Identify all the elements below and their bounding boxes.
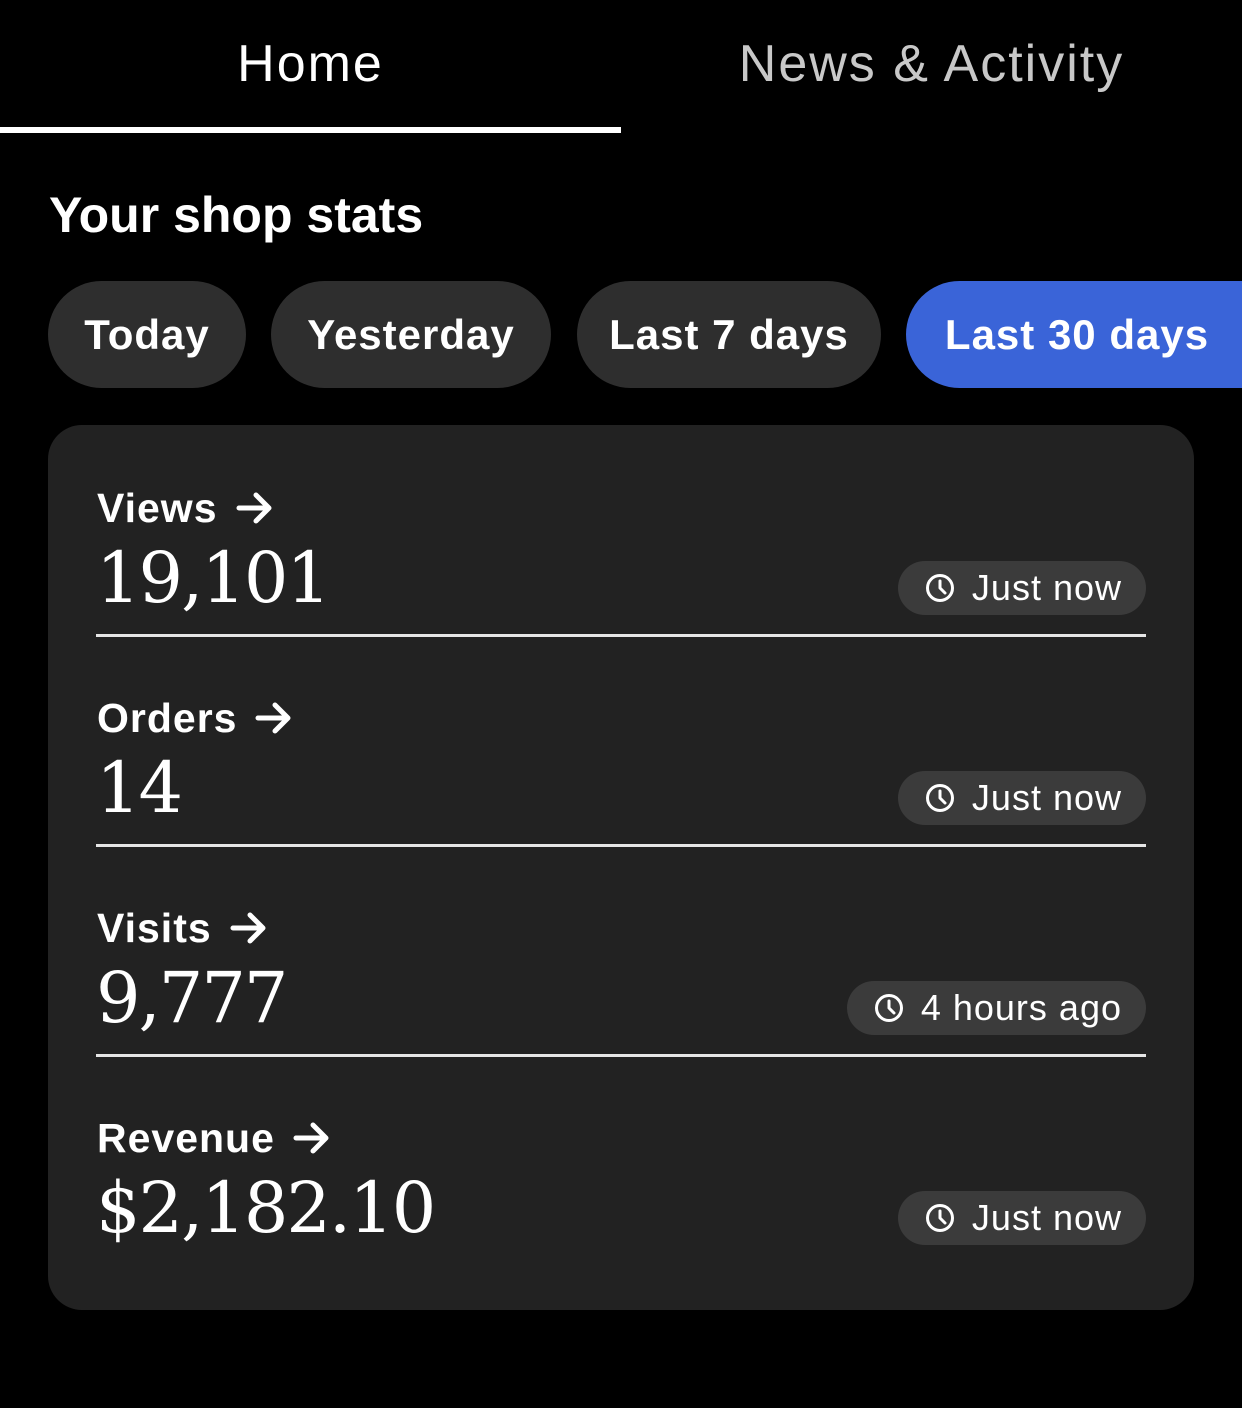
stat-link-revenue[interactable]: Revenue [97, 1115, 333, 1161]
clock-icon [874, 994, 903, 1022]
date-range-filter: Today Yesterday Last 7 days Last 30 days [0, 281, 1242, 388]
updated-badge: Just now [897, 561, 1146, 615]
filter-chip-today[interactable]: Today [48, 281, 246, 388]
clock-icon [925, 1204, 954, 1232]
stat-row-views: Views 19,101 Just now [96, 425, 1146, 637]
filter-chip-yesterday[interactable]: Yesterday [271, 281, 551, 388]
stat-value: 19,101 [96, 537, 331, 619]
active-tab-indicator [0, 127, 621, 133]
stat-link-orders[interactable]: Orders [97, 695, 295, 741]
stat-value: 14 [96, 747, 183, 829]
stat-row-orders: Orders 14 Just now [96, 635, 1146, 847]
filter-chip-last-30-days[interactable]: Last 30 days [906, 281, 1242, 388]
stat-value: 9,777 [96, 957, 288, 1039]
updated-text: Just now [971, 567, 1122, 608]
stat-row-visits: Visits 9,777 4 hours ago [96, 845, 1146, 1057]
stat-label: Revenue [97, 1114, 275, 1161]
stat-label: Visits [97, 904, 212, 951]
stat-row-revenue: Revenue $2,182.10 Just now [96, 1055, 1146, 1265]
shop-stats-card: Views 19,101 Just now Orders 14 Just now… [48, 425, 1194, 1310]
tab-bar: Home News & Activity [0, 0, 1242, 134]
updated-text: Just now [971, 1197, 1122, 1238]
clock-icon [925, 574, 954, 602]
stat-label: Orders [97, 694, 238, 741]
updated-text: Just now [971, 777, 1122, 818]
arrow-right-icon [236, 492, 271, 524]
stat-link-views[interactable]: Views [97, 485, 276, 531]
clock-icon [925, 784, 954, 812]
updated-badge: Just now [897, 771, 1146, 825]
arrow-right-icon [255, 702, 291, 734]
section-title: Your shop stats [49, 187, 424, 243]
stat-label: Views [97, 484, 218, 531]
tab-news-activity[interactable]: News & Activity [621, 0, 1242, 128]
stat-value: $2,182.10 [96, 1167, 436, 1249]
arrow-right-icon [230, 912, 266, 944]
tab-home[interactable]: Home [0, 0, 621, 128]
updated-badge: 4 hours ago [846, 981, 1146, 1035]
filter-chip-last-7-days[interactable]: Last 7 days [577, 281, 881, 388]
updated-text: 4 hours ago [920, 987, 1122, 1028]
updated-badge: Just now [897, 1191, 1146, 1245]
arrow-right-icon [293, 1122, 329, 1154]
stat-link-visits[interactable]: Visits [97, 905, 270, 951]
